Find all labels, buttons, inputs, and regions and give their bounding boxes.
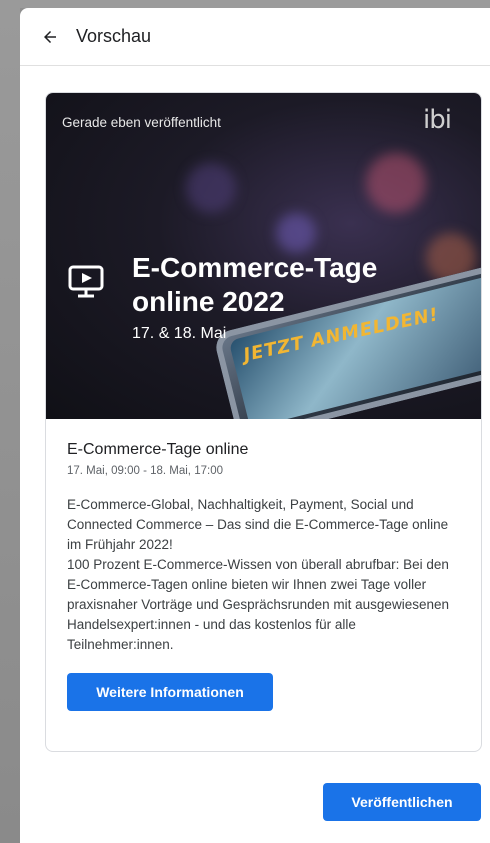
- arrow-left-icon: [44, 30, 56, 43]
- banner-date: 17. & 18. Mai: [132, 325, 227, 342]
- event-title: E-Commerce-Tage online: [67, 441, 249, 458]
- published-badge: Gerade eben veröffentlicht: [62, 115, 221, 130]
- presentation-screen-icon: [68, 265, 104, 298]
- banner-title: E-Commerce-Tage online 2022: [132, 251, 377, 319]
- backdrop-left: [0, 0, 20, 843]
- event-description: E-Commerce-Global, Nachhaltigkeit, Payme…: [67, 497, 449, 652]
- more-info-button[interactable]: Weitere Informationen: [67, 673, 273, 711]
- post-banner-image: Gerade eben veröffentlicht ibi E-Commerc…: [46, 93, 481, 419]
- post-preview-card: Gerade eben veröffentlicht ibi E-Commerc…: [45, 92, 482, 752]
- preview-dialog: Vorschau Gerade eben veröffentlicht ibi …: [20, 8, 490, 843]
- back-button[interactable]: [38, 25, 62, 49]
- event-time: 17. Mai, 09:00 - 18. Mai, 17:00: [67, 465, 223, 477]
- company-logo: ibi: [423, 105, 452, 135]
- post-content: E-Commerce-Tage online 17. Mai, 09:00 - …: [46, 419, 481, 711]
- publish-button[interactable]: Veröffentlichen: [323, 783, 481, 821]
- page-title: Vorschau: [76, 26, 152, 46]
- banner-title-line2: online 2022: [132, 286, 285, 317]
- backdrop-top: [0, 0, 490, 8]
- dialog-header: Vorschau: [20, 8, 490, 66]
- banner-title-line1: E-Commerce-Tage: [132, 252, 378, 283]
